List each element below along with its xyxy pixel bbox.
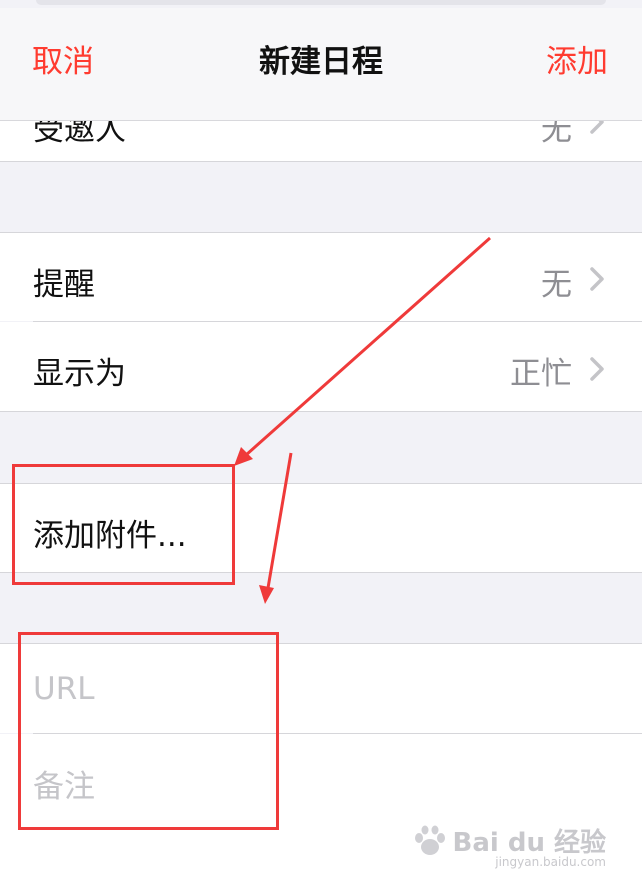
alert-value: 无: [541, 267, 572, 303]
show-as-row[interactable]: 显示为 正忙: [0, 322, 642, 411]
navigation-bar: 取消 新建日程 添加: [0, 8, 642, 121]
baidu-watermark: Bai du 经验 jingyan.baidu.com: [413, 822, 606, 869]
chevron-right-icon: [590, 267, 604, 291]
show-as-label: 显示为: [33, 356, 126, 392]
watermark-brand: Bai du 经验: [452, 828, 607, 858]
group-divider: [0, 411, 642, 412]
add-button[interactable]: 添加: [546, 38, 608, 86]
annotation-box-attachment: [12, 464, 235, 585]
alert-label: 提醒: [33, 267, 95, 303]
annotation-arrowhead: [234, 447, 253, 466]
chevron-right-icon: [590, 357, 604, 381]
paw-icon: [415, 825, 446, 855]
alert-row[interactable]: 提醒 无: [0, 233, 642, 321]
annotation-arrowhead: [259, 585, 274, 604]
sheet-top-strip: [0, 0, 642, 8]
show-as-value: 正忙: [510, 356, 572, 392]
annotation-box-url-notes: [18, 632, 279, 830]
watermark-url: jingyan.baidu.com: [495, 855, 606, 869]
sheet-grabber: [36, 0, 606, 5]
group-divider: [0, 161, 642, 162]
